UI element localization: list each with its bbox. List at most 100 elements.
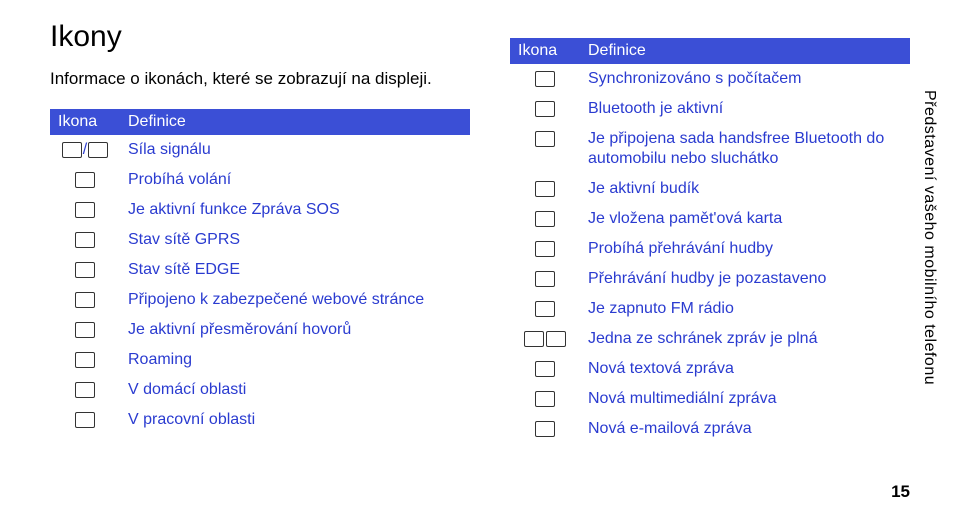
icon-cell	[50, 345, 120, 375]
icon-cell	[50, 405, 120, 435]
two-column-layout: Ikony Informace o ikonách, které se zobr…	[50, 20, 910, 444]
icon-cell	[50, 195, 120, 225]
bluetooth-icon	[535, 101, 555, 117]
table-row: V domácí oblasti	[50, 375, 470, 405]
icon-cell	[50, 285, 120, 315]
def-cell: Probíhá volání	[120, 165, 470, 195]
alarm-icon	[535, 181, 555, 197]
sms-icon	[535, 361, 555, 377]
icon-table-right: Ikona Definice Synchronizováno s počítač…	[510, 38, 910, 444]
table-row: Bluetooth je aktivní	[510, 94, 910, 124]
table-row: Jedna ze schránek zpráv je plná	[510, 324, 910, 354]
table-row: Probíhá volání	[50, 165, 470, 195]
office-zone-icon	[75, 412, 95, 428]
col-def-header: Definice	[580, 38, 910, 64]
table-header-row: Ikona Definice	[510, 38, 910, 64]
icon-cell: /	[50, 135, 120, 165]
side-tab-label: Představení vašeho mobilního telefonu	[920, 90, 938, 385]
page-subtitle: Informace o ikonách, které se zobrazují …	[50, 68, 470, 91]
def-cell: V pracovní oblasti	[120, 405, 470, 435]
roaming-icon	[75, 352, 95, 368]
memory-card-icon	[535, 211, 555, 227]
fm-radio-icon	[535, 301, 555, 317]
def-cell: Připojeno k zabezpečené webové stránce	[120, 285, 470, 315]
def-cell: V domácí oblasti	[120, 375, 470, 405]
def-cell: Probíhá přehrávání hudby	[580, 234, 910, 264]
def-cell: Je připojena sada handsfree Bluetooth do…	[580, 124, 910, 174]
icon-table-left: Ikona Definice / Síla signálu Probíhá vo…	[50, 109, 470, 435]
email-icon	[535, 421, 555, 437]
icon-cell	[510, 354, 580, 384]
table-row: Probíhá přehrávání hudby	[510, 234, 910, 264]
table-row: Synchronizováno s počítačem	[510, 64, 910, 94]
table-row: Nová e-mailová zpráva	[510, 414, 910, 444]
table-row: Roaming	[50, 345, 470, 375]
table-row: Stav sítě EDGE	[50, 255, 470, 285]
icon-cell	[50, 225, 120, 255]
icon-cell	[510, 294, 580, 324]
col-icon-header: Ikona	[510, 38, 580, 64]
icon-cell	[510, 324, 580, 354]
icon-cell	[50, 375, 120, 405]
def-cell: Bluetooth je aktivní	[580, 94, 910, 124]
right-column: Ikona Definice Synchronizováno s počítač…	[510, 20, 910, 444]
icon-cell	[50, 315, 120, 345]
table-row: Je připojena sada handsfree Bluetooth do…	[510, 124, 910, 174]
secure-web-icon	[75, 292, 95, 308]
call-icon	[75, 172, 95, 188]
table-header-row: Ikona Definice	[50, 109, 470, 135]
col-icon-header: Ikona	[50, 109, 120, 135]
table-row: Je vložena pamět'ová karta	[510, 204, 910, 234]
icon-cell	[50, 255, 120, 285]
table-row: Stav sítě GPRS	[50, 225, 470, 255]
music-play-icon	[535, 241, 555, 257]
def-cell: Jedna ze schránek zpráv je plná	[580, 324, 910, 354]
icon-cell	[510, 234, 580, 264]
icon-cell	[510, 124, 580, 174]
left-column: Ikony Informace o ikonách, které se zobr…	[50, 20, 470, 444]
page-number: 15	[891, 482, 910, 502]
def-cell: Je vložena pamět'ová karta	[580, 204, 910, 234]
page-root: Ikony Informace o ikonách, které se zobr…	[0, 0, 960, 520]
icon-cell	[510, 174, 580, 204]
page-title: Ikony	[50, 20, 470, 54]
def-cell: Nová multimediální zpráva	[580, 384, 910, 414]
def-cell: Síla signálu	[120, 135, 470, 165]
def-cell: Synchronizováno s počítačem	[580, 64, 910, 94]
def-cell: Přehrávání hudby je pozastaveno	[580, 264, 910, 294]
table-row: / Síla signálu	[50, 135, 470, 165]
mms-icon	[535, 391, 555, 407]
def-cell: Nová e-mailová zpráva	[580, 414, 910, 444]
music-pause-icon	[535, 271, 555, 287]
def-cell: Je aktivní přesměrování hovorů	[120, 315, 470, 345]
icon-cell	[510, 414, 580, 444]
home-zone-icon	[75, 382, 95, 398]
signal-bars-icon	[88, 142, 108, 158]
signal-bars-icon	[62, 142, 82, 158]
table-row: Je aktivní funkce Zpráva SOS	[50, 195, 470, 225]
sync-icon	[535, 71, 555, 87]
call-forward-icon	[75, 322, 95, 338]
icon-cell	[510, 264, 580, 294]
def-cell: Je zapnuto FM rádio	[580, 294, 910, 324]
edge-icon	[75, 262, 95, 278]
table-row: Přehrávání hudby je pozastaveno	[510, 264, 910, 294]
table-row: Nová multimediální zpráva	[510, 384, 910, 414]
icon-cell	[50, 165, 120, 195]
mailbox-full-icon	[546, 331, 566, 347]
col-def-header: Definice	[120, 109, 470, 135]
icon-cell	[510, 384, 580, 414]
mailbox-full-icon	[524, 331, 544, 347]
def-cell: Stav sítě GPRS	[120, 225, 470, 255]
table-row: V pracovní oblasti	[50, 405, 470, 435]
table-row: Je zapnuto FM rádio	[510, 294, 910, 324]
gprs-icon	[75, 232, 95, 248]
def-cell: Roaming	[120, 345, 470, 375]
def-cell: Je aktivní budík	[580, 174, 910, 204]
icon-cell	[510, 204, 580, 234]
table-row: Připojeno k zabezpečené webové stránce	[50, 285, 470, 315]
bt-handsfree-icon	[535, 131, 555, 147]
icon-cell	[510, 94, 580, 124]
table-row: Nová textová zpráva	[510, 354, 910, 384]
def-cell: Stav sítě EDGE	[120, 255, 470, 285]
